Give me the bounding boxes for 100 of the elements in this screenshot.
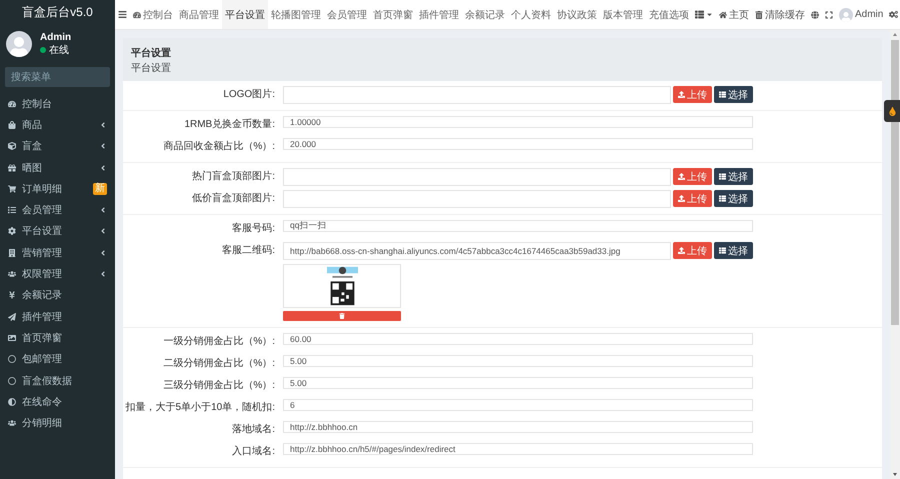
list-icon: [719, 173, 726, 180]
scrollbar[interactable]: [890, 30, 900, 479]
paper-plane-icon: [8, 312, 16, 321]
avatar-icon: [6, 31, 32, 57]
user-menu[interactable]: Admin: [836, 0, 886, 29]
home-icon: [719, 10, 727, 18]
image-icon: [8, 334, 16, 342]
field-label: 客服二维码:: [221, 244, 275, 258]
upload-button[interactable]: 上传: [673, 86, 712, 103]
sidebar-item[interactable]: 订单明细 新: [0, 178, 115, 200]
cart-icon: [8, 184, 16, 193]
upload-icon: [678, 247, 685, 254]
input-field[interactable]: 60.00: [283, 333, 753, 345]
sidebar-item[interactable]: 包邮管理: [0, 348, 115, 370]
list-icon: [719, 91, 726, 98]
input-field[interactable]: http://z.bbhhoo.cn/h5/#/pages/index/redirect: [283, 443, 753, 455]
upload-button[interactable]: 上传: [673, 168, 712, 185]
list-icon: [8, 206, 16, 214]
input-field[interactable]: 5.00: [283, 377, 753, 389]
sidebar-item[interactable]: 盲盒假数据: [0, 370, 115, 392]
field-label: 二级分销佣金占比（%）:: [162, 356, 275, 371]
input-field[interactable]: http://bab668.oss-cn-shanghai.aliyuncs.com/4c57abbca3cc4c1674465caa3b59ad33.jpg: [283, 242, 671, 260]
select-button[interactable]: 选择: [714, 168, 753, 185]
input-field[interactable]: [283, 190, 671, 208]
settings-icon: [8, 227, 16, 236]
list-icon: [719, 247, 726, 254]
app-title: 盲盒后台v5.0: [21, 4, 94, 21]
input-field[interactable]: http://z.bbhhoo.cn: [283, 421, 753, 433]
yen-icon: [8, 291, 16, 300]
input-field[interactable]: 1.00000: [283, 116, 753, 128]
input-field[interactable]: [283, 168, 671, 186]
sidebar-item[interactable]: 盲盒: [0, 136, 115, 157]
field-label: LOGO图片:: [222, 88, 275, 102]
nav-tab[interactable]: 平台设置: [222, 0, 268, 29]
globe-icon: [811, 10, 819, 18]
building-icon: [8, 248, 16, 257]
upload-icon: [678, 173, 685, 180]
field-label: 低价盲盒顶部图片:: [191, 192, 275, 206]
cube-icon: [8, 142, 16, 150]
sidebar-item[interactable]: 分销明细: [0, 412, 115, 434]
nav-tab[interactable]: 控制台: [130, 0, 176, 29]
nav-tab[interactable]: 版本管理: [600, 0, 646, 29]
page-title: 平台设置: [131, 46, 172, 60]
select-button[interactable]: 选择: [714, 190, 753, 207]
sidebar-item[interactable]: 控制台: [0, 93, 115, 114]
nav-tab[interactable]: 会员管理: [324, 0, 370, 29]
cogs-icon: [889, 10, 898, 19]
field-label: 落地域名:: [231, 422, 275, 437]
menu-icon: [118, 10, 127, 19]
field-label: 入口域名:: [231, 444, 275, 459]
input-field[interactable]: [283, 86, 671, 104]
input-field[interactable]: 20.000: [283, 138, 753, 150]
nav-tab[interactable]: 插件管理: [416, 0, 462, 29]
bag-icon: [8, 120, 16, 129]
contrast-icon: [8, 398, 16, 406]
input-field[interactable]: 5.00: [283, 355, 753, 367]
field-label: 1RMB兑换金币数量:: [183, 118, 275, 132]
nav-tab[interactable]: 轮播图管理: [268, 0, 324, 29]
list-icon: [719, 195, 726, 202]
users-icon: [8, 419, 16, 428]
nav-tab[interactable]: 充值选项: [646, 0, 692, 29]
home-link[interactable]: 主页: [716, 0, 752, 29]
gift-icon: [8, 164, 16, 172]
sidebar-item[interactable]: 余额记录: [0, 284, 115, 306]
field-label: 三级分销佣金占比（%）:: [162, 378, 275, 393]
nav-tab[interactable]: 商品管理: [176, 0, 222, 29]
user-status: 在线: [40, 42, 72, 56]
field-label: 客服号码:: [231, 222, 275, 236]
nav-tab[interactable]: 个人资料: [508, 0, 554, 29]
field-label: 热门盲盒顶部图片:: [191, 170, 275, 184]
clear-cache-button[interactable]: 清除缓存: [752, 0, 808, 29]
upload-button[interactable]: 上传: [673, 242, 712, 259]
side-panel-button[interactable]: [884, 100, 900, 122]
input-field[interactable]: qq扫一扫: [283, 220, 753, 232]
sidebar-item[interactable]: 插件管理: [0, 306, 115, 328]
list-icon: [695, 10, 704, 19]
sidebar-item[interactable]: 平台设置: [0, 220, 115, 242]
drop-icon: [888, 106, 896, 116]
users-icon: [8, 270, 16, 278]
sidebar-item[interactable]: 营销管理: [0, 242, 115, 264]
avatar-icon: [839, 8, 853, 22]
nav-tab[interactable]: 协议政策: [554, 0, 600, 29]
nav-tab[interactable]: 余额记录: [462, 0, 508, 29]
input-field[interactable]: 6: [283, 399, 753, 411]
new-badge: 新: [93, 182, 107, 195]
select-button[interactable]: 选择: [714, 86, 753, 103]
sidebar-item[interactable]: 在线命令: [0, 391, 115, 412]
upload-button[interactable]: 上传: [673, 190, 712, 207]
sidebar-item[interactable]: 会员管理: [0, 199, 115, 221]
search-field[interactable]: 搜索菜单: [5, 67, 110, 87]
upload-icon: [678, 91, 685, 98]
select-button[interactable]: 选择: [714, 242, 753, 259]
sidebar-item[interactable]: 晒图: [0, 156, 115, 178]
nav-tab[interactable]: 首页弹窗: [370, 0, 416, 29]
sidebar-item[interactable]: 商品: [0, 114, 115, 136]
expand-icon: [825, 10, 833, 18]
qr-code-drawing: [326, 265, 358, 307]
sidebar-item[interactable]: 首页弹窗: [0, 327, 115, 349]
sidebar-item[interactable]: 权限管理: [0, 263, 115, 285]
caret-icon: [706, 11, 713, 18]
